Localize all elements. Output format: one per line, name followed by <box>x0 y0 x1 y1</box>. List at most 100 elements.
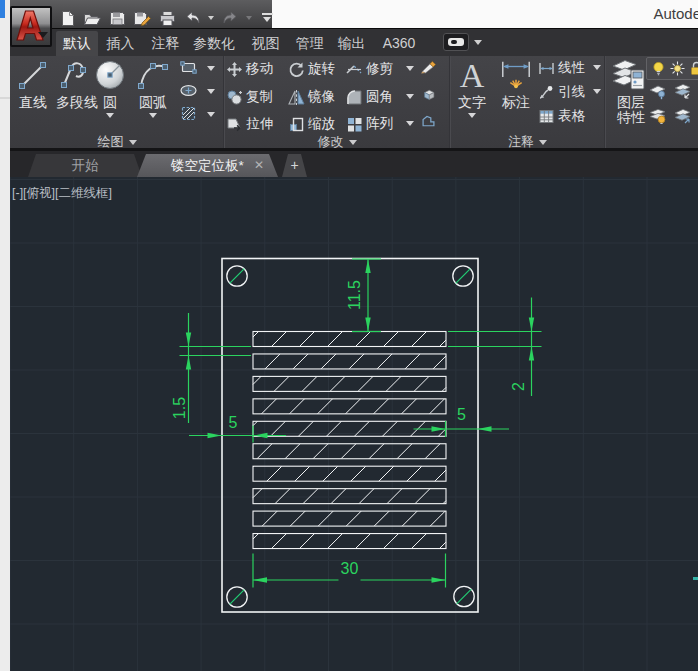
line-icon <box>16 57 50 93</box>
background-window-icon <box>0 0 5 18</box>
circle-icon <box>93 57 127 93</box>
background-window-divider <box>0 97 10 99</box>
hatch-dropdown-icon[interactable] <box>207 112 215 117</box>
draw-panel-caret-icon <box>129 140 137 145</box>
layer-lock-icon[interactable] <box>688 60 698 77</box>
text-dropdown-icon[interactable] <box>468 113 476 118</box>
annotate-panel-footer[interactable]: 注释 <box>450 135 605 149</box>
layer-freeze-small-icon[interactable] <box>673 83 693 100</box>
tab-annotate[interactable]: 注释 <box>150 31 181 56</box>
arc-dropdown-icon[interactable] <box>149 113 157 118</box>
layer-freeze-sun-icon[interactable] <box>669 60 686 77</box>
redo-icon[interactable] <box>221 10 240 27</box>
rectangle-dropdown-icon[interactable] <box>207 66 215 71</box>
arc-button[interactable]: 圆弧 <box>133 57 173 118</box>
svg-text:30: 30 <box>341 560 359 577</box>
fillet-button[interactable]: 圆角 <box>346 88 393 106</box>
circle-button[interactable]: 圆 <box>90 57 130 118</box>
undo-dropdown-icon[interactable] <box>208 16 214 20</box>
leader-dropdown-icon[interactable] <box>593 89 601 94</box>
scale-button[interactable]: 缩放 <box>288 115 335 133</box>
autocad-window: Autode <box>10 0 698 671</box>
ellipse-dropdown-icon[interactable] <box>207 89 215 94</box>
leader-button[interactable]: 引线 <box>538 83 585 101</box>
stretch-icon <box>226 116 243 133</box>
scale-icon <box>288 116 305 133</box>
application-menu-button[interactable] <box>10 6 52 47</box>
open-file-icon[interactable] <box>83 10 102 27</box>
dimension-button[interactable]: 标注 <box>496 57 536 110</box>
mirror-button[interactable]: 镜像 <box>288 88 335 106</box>
tab-output[interactable]: 输出 <box>336 31 367 56</box>
tab-insert[interactable]: 插入 <box>105 31 136 56</box>
tab-parametric[interactable]: 参数化 <box>192 31 236 56</box>
circle-dropdown-icon[interactable] <box>106 113 114 118</box>
viewport-controls[interactable]: [-][俯视][二维线框] <box>12 185 112 202</box>
tab-default[interactable]: 默认 <box>56 31 98 56</box>
layer-on-bulb-icon[interactable] <box>648 108 668 125</box>
tab-view[interactable]: 视图 <box>250 31 281 56</box>
text-button[interactable]: A 文字 <box>454 57 490 118</box>
annotate-panel-caret-icon <box>539 140 547 145</box>
layer-isolate-icon[interactable] <box>648 83 668 100</box>
move-button[interactable]: 移动 <box>226 60 273 78</box>
ellipse-icon <box>180 82 197 99</box>
draw-panel-footer[interactable]: 绘图 <box>10 135 224 149</box>
layer-properties-button[interactable] <box>609 57 649 93</box>
erase-button[interactable] <box>420 58 437 75</box>
file-tab-bar: 开始 镂空定位板* ✕ + <box>10 151 698 177</box>
redo-dropdown-icon[interactable] <box>246 16 252 20</box>
linear-dropdown-icon[interactable] <box>593 65 601 70</box>
file-tab-new-icon[interactable]: + <box>282 154 307 177</box>
edit-polyline-button[interactable] <box>420 113 437 130</box>
layer-properties-label: 图层特性 <box>611 95 651 125</box>
tab-a360[interactable]: A360 <box>380 31 418 56</box>
print-icon[interactable] <box>158 10 177 27</box>
qat-customize-icon[interactable] <box>262 13 273 23</box>
new-file-icon[interactable] <box>58 10 77 27</box>
application-menu-caret-icon <box>38 32 48 38</box>
svg-text:5: 5 <box>457 406 466 423</box>
fillet-icon <box>346 89 363 106</box>
file-tab-active[interactable]: 镂空定位板* ✕ <box>137 154 278 177</box>
table-button[interactable]: 表格 <box>538 107 585 125</box>
linear-dimension-button[interactable]: 线性 <box>538 59 585 77</box>
cad-drawing: 11.521.55530 <box>10 177 698 671</box>
hatch-button[interactable] <box>180 105 197 122</box>
copy-button[interactable]: 复制 <box>226 88 273 106</box>
save-as-icon[interactable] <box>133 10 152 27</box>
text-icon: A <box>455 57 489 93</box>
save-icon[interactable] <box>108 10 127 27</box>
array-icon <box>346 116 363 133</box>
title-bar: Autode <box>10 0 698 29</box>
layer-off-bulb-icon[interactable] <box>650 60 667 77</box>
layer-thaw-small-icon[interactable] <box>673 108 693 125</box>
tab-manage[interactable]: 管理 <box>294 31 325 56</box>
trim-icon <box>346 61 363 78</box>
ellipse-button[interactable] <box>180 82 197 99</box>
drawing-area[interactable]: 11.521.55530 [-][俯视][二维线框] <box>10 177 698 671</box>
trim-dropdown-icon[interactable] <box>406 66 414 71</box>
modify-panel-footer[interactable]: 修改 <box>224 135 450 149</box>
file-tab-close-icon[interactable]: ✕ <box>254 154 264 177</box>
line-button[interactable]: 直线 <box>13 57 53 110</box>
array-dropdown-icon[interactable] <box>406 121 414 126</box>
leader-icon <box>538 84 555 101</box>
cloud-dropdown-icon[interactable] <box>474 40 482 45</box>
connect-cloud-button[interactable] <box>443 33 469 51</box>
rectangle-button[interactable] <box>180 59 197 76</box>
arc-icon <box>136 57 170 93</box>
ribbon: 直线 多段线 圆 圆弧 <box>10 56 698 148</box>
trim-button[interactable]: 修剪 <box>346 60 393 78</box>
undo-icon[interactable] <box>183 10 202 27</box>
ribbon-tab-bar: 默认 插入 注释 参数化 视图 管理 输出 A360 <box>10 29 698 56</box>
layer-quick-tools <box>646 57 698 80</box>
array-button[interactable]: 阵列 <box>346 115 393 133</box>
explode-button[interactable] <box>420 86 437 103</box>
rotate-icon <box>288 61 305 78</box>
fillet-dropdown-icon[interactable] <box>406 94 414 99</box>
file-tab-start[interactable]: 开始 <box>28 154 142 177</box>
edit-polyline-icon <box>420 113 437 130</box>
rotate-button[interactable]: 旋转 <box>288 60 335 78</box>
stretch-button[interactable]: 拉伸 <box>226 115 273 133</box>
